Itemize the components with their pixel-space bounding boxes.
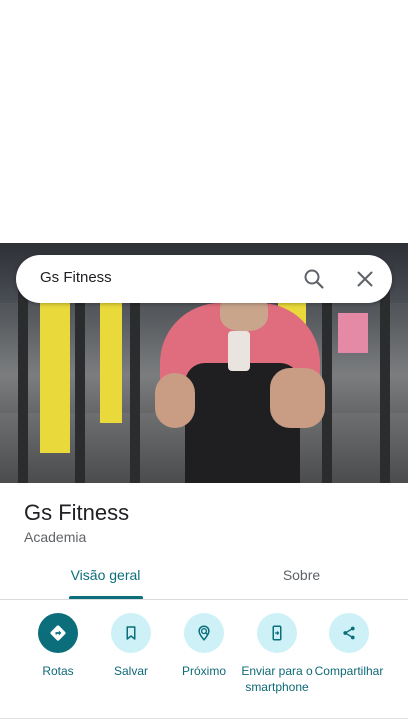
photo-bar [380,283,390,483]
save-label: Salvar [113,664,148,678]
nearby-icon [184,613,224,653]
send-to-phone-icon [257,613,297,653]
map-area-blank [0,0,408,243]
share-button[interactable]: Compartilhar [310,613,388,679]
nearby-label: Próximo [181,664,226,678]
close-icon[interactable] [353,267,377,291]
photo-phone [228,331,250,371]
directions-button[interactable]: Rotas [19,613,97,679]
photo-pink-rack [338,313,368,353]
save-button[interactable]: Salvar [92,613,170,679]
tab-overview[interactable]: Visão geral [45,567,166,583]
directions-label: Rotas [42,664,74,678]
nearby-button[interactable]: Próximo [165,613,243,679]
share-label: Compartilhar [314,664,384,678]
place-title: Gs Fitness [24,500,130,525]
tab-about[interactable]: Sobre [241,567,362,583]
directions-icon [38,613,78,653]
share-icon [329,613,369,653]
photo-yellow-frame-2 [100,303,122,423]
send-to-phone-label: Enviar para o smartphone [241,664,313,694]
photo-bar [75,283,85,483]
search-icon[interactable] [302,267,326,291]
bookmark-icon [111,613,151,653]
search-input[interactable]: Gs Fitness [40,269,112,286]
photo-bar [18,283,28,483]
photo-person-arm [270,368,325,428]
search-bar[interactable]: Gs Fitness [16,255,392,303]
photo-person-arm [155,373,195,428]
send-to-phone-button[interactable]: Enviar para o smartphone [238,613,316,695]
place-category[interactable]: Academia [24,529,86,545]
photo-yellow-frame [40,303,70,453]
photo-bar [130,283,140,483]
tabs-divider [0,599,408,600]
bottom-divider [0,718,408,719]
